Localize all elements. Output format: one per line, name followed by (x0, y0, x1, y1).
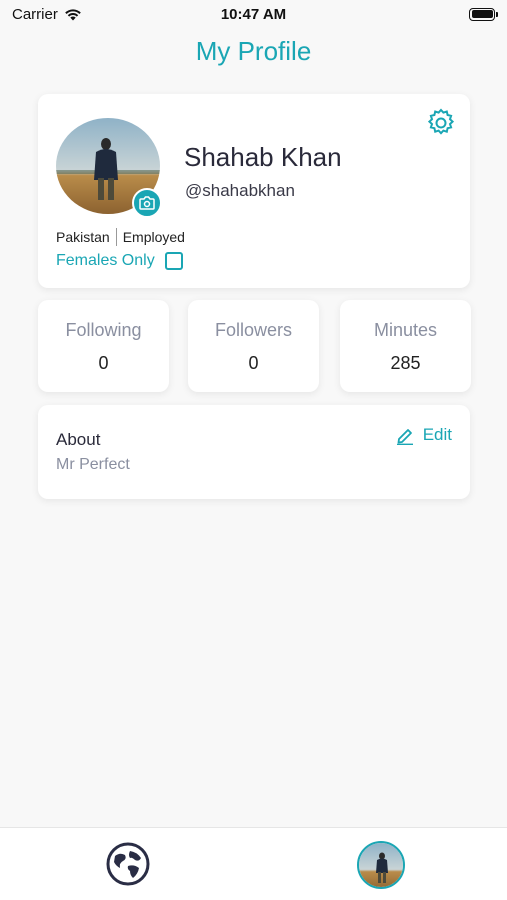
gear-icon[interactable] (426, 108, 456, 138)
tab-bar (0, 827, 507, 900)
profile-card: Shahab Khan @shahabkhan Pakistan Employe… (38, 94, 470, 288)
stat-value: 285 (390, 353, 421, 373)
females-only-label: Females Only (56, 252, 155, 269)
pencil-icon (396, 429, 413, 445)
country-label: Pakistan (56, 229, 110, 245)
stat-followers[interactable]: Followers 0 (188, 300, 319, 392)
about-card: About Mr Perfect Edit (38, 405, 470, 499)
stat-minutes[interactable]: Minutes 285 (340, 300, 471, 392)
globe-icon[interactable] (106, 842, 150, 886)
profile-handle: @shahabkhan (185, 181, 295, 200)
stat-label: Following (65, 320, 142, 340)
profile-meta: Pakistan Employed (56, 228, 185, 246)
about-text: Mr Perfect (56, 456, 130, 473)
battery-icon (469, 7, 498, 21)
change-photo-button[interactable] (132, 188, 162, 218)
stat-value: 0 (248, 353, 259, 373)
status-left: Carrier (12, 6, 82, 23)
avatar-wrap[interactable] (56, 118, 162, 218)
tab-avatar-image (359, 843, 403, 887)
stat-label: Minutes (373, 320, 438, 340)
edit-about-button[interactable]: Edit (395, 425, 452, 445)
edit-label: Edit (422, 425, 452, 444)
page-title: My Profile (195, 36, 312, 66)
status-bar: Carrier 10:47 AM (0, 0, 507, 28)
camera-icon (139, 196, 155, 210)
females-only-toggle[interactable]: Females Only (56, 252, 183, 270)
profile-name: Shahab Khan (184, 142, 342, 172)
carrier-label: Carrier (12, 5, 58, 23)
stat-value: 0 (98, 353, 109, 373)
stat-following[interactable]: Following 0 (38, 300, 169, 392)
stat-label: Followers (214, 320, 293, 340)
employment-label: Employed (122, 229, 185, 245)
about-title: About (56, 430, 101, 449)
status-time: 10:47 AM (220, 5, 287, 23)
tab-profile-avatar[interactable] (357, 841, 405, 889)
females-only-checkbox[interactable] (164, 252, 183, 270)
wifi-icon (65, 8, 81, 20)
meta-divider (115, 228, 117, 246)
